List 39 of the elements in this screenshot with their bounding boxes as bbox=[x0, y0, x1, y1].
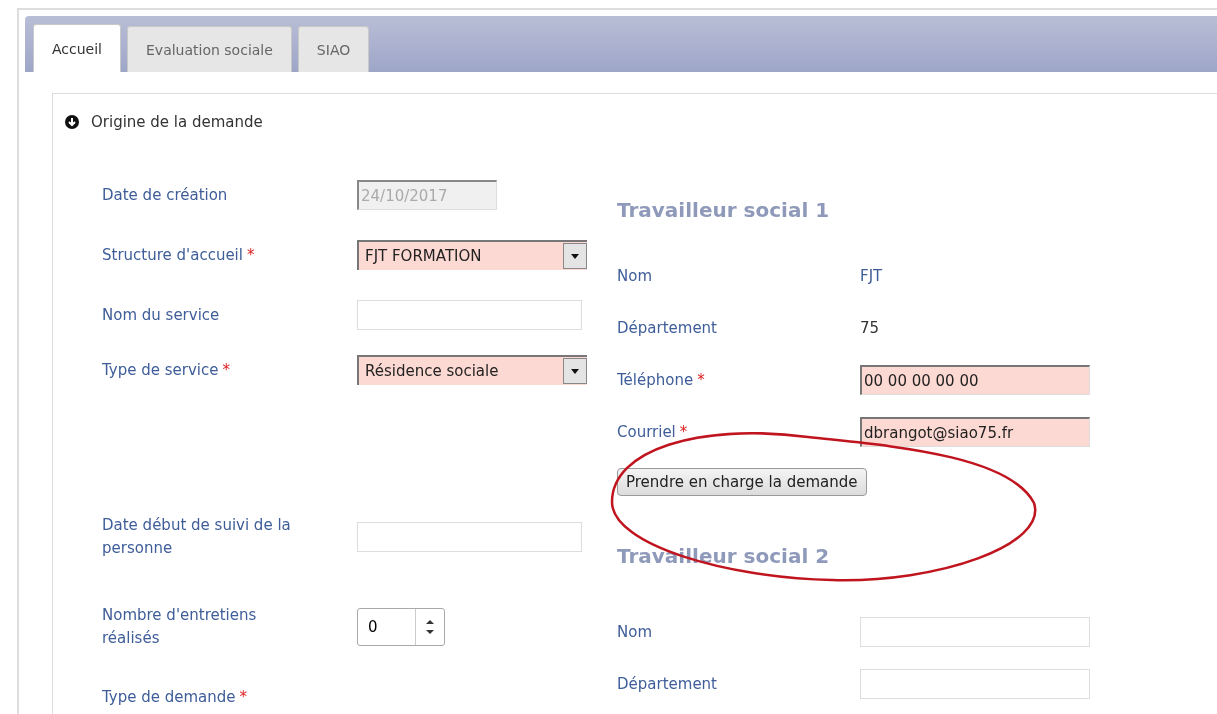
required-asterisk: * bbox=[246, 245, 255, 264]
required-asterisk: * bbox=[222, 360, 230, 379]
field-label: Structure d'accueil * bbox=[102, 244, 256, 266]
caret-icon bbox=[571, 253, 579, 259]
field-label: Téléphone * bbox=[617, 371, 706, 389]
field-label: Date début de suivi de la personne bbox=[102, 515, 292, 559]
required-asterisk: * bbox=[679, 423, 688, 441]
field-label: Département bbox=[617, 319, 718, 337]
section-title: Origine de la demande bbox=[91, 113, 263, 131]
field-label: Type de demande * bbox=[102, 686, 249, 708]
field-label: Département bbox=[617, 675, 718, 693]
text-field[interactable] bbox=[357, 522, 582, 552]
field-label: Nom bbox=[617, 267, 653, 285]
field-label: Nom du service bbox=[102, 304, 221, 326]
section-heading: Travailleur social 1 bbox=[617, 197, 831, 224]
tab[interactable]: SIAO bbox=[297, 26, 370, 72]
tab[interactable]: Accueil bbox=[33, 24, 121, 72]
select-field[interactable]: Résidence sociale bbox=[357, 355, 587, 385]
text-field[interactable] bbox=[860, 669, 1090, 699]
field-label: Courriel * bbox=[617, 423, 689, 441]
field-label: Type de service * bbox=[102, 359, 231, 381]
arrow-down-circle-icon[interactable] bbox=[65, 115, 79, 129]
field-label: Nom bbox=[617, 623, 653, 641]
select-field[interactable]: FJT FORMATION bbox=[357, 240, 587, 270]
spinner-arrows-icon[interactable] bbox=[426, 619, 434, 635]
field-value: FJT bbox=[860, 267, 883, 285]
required-asterisk: * bbox=[697, 371, 705, 389]
field-label: Nombre d'entretiens réalisés bbox=[102, 605, 258, 649]
text-field[interactable] bbox=[357, 300, 582, 330]
text-field[interactable]: dbrangot@siao75.fr bbox=[860, 417, 1090, 447]
text-field[interactable]: 00 00 00 00 00 bbox=[860, 365, 1090, 395]
field-value: 75 bbox=[860, 319, 880, 337]
text-field[interactable] bbox=[860, 617, 1090, 647]
take-charge-button[interactable]: Prendre en charge la demande bbox=[617, 468, 867, 496]
caret-icon bbox=[571, 368, 579, 374]
required-asterisk: * bbox=[239, 687, 248, 706]
tab[interactable]: Evaluation sociale bbox=[127, 26, 292, 72]
number-field[interactable]: 0 bbox=[357, 608, 445, 646]
field-label: Date de création bbox=[102, 184, 229, 206]
